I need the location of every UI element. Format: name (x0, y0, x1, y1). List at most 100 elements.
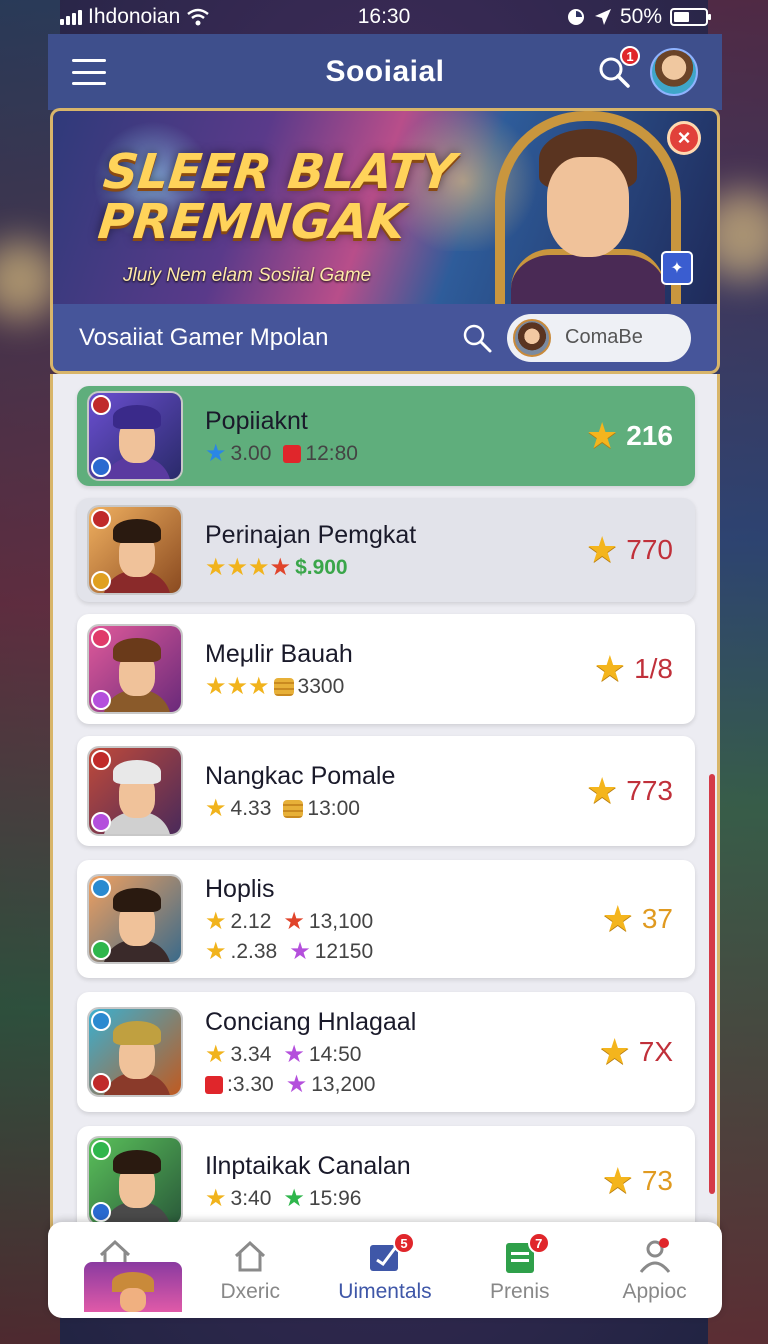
notification-badge: 5 (392, 1232, 415, 1254)
star-icon: ★ (205, 1040, 227, 1068)
game-title: Hoplis (205, 874, 275, 903)
star-icon: ★ (593, 648, 627, 689)
gem-badge-icon (91, 690, 111, 710)
gem-badge-icon (91, 812, 111, 832)
notification-badge: 7 (527, 1232, 550, 1254)
game-title: Meμlir Bauah (205, 639, 353, 668)
hamburger-menu-icon[interactable] (72, 59, 106, 85)
promo-banner[interactable]: SLEER BLATY PREMNGAK Jluiy Nem elam Sosi… (50, 108, 720, 304)
game-stat-value: 13,200 (311, 1072, 376, 1096)
gem-badge-icon (91, 395, 111, 415)
star-icon: ★ (598, 1031, 631, 1072)
search-button[interactable]: 1 (596, 46, 640, 90)
banner-hero-illustration (495, 111, 681, 304)
nav-item-dxeric[interactable]: Dxeric (183, 1222, 318, 1318)
star-icon: ★ (586, 415, 619, 456)
game-stat-value: .2.38 (230, 939, 278, 963)
game-list-item[interactable]: Meμlir Bauah ★★★ 3300 ★ 1/8 (77, 614, 695, 724)
game-info: Hoplis ★ 2.12 ★ 13,100 ★ .2.38 ★ 12150 (205, 860, 381, 978)
wifi-icon (187, 8, 210, 26)
gem-badge-icon (91, 878, 111, 898)
section-title: Vosaiiat Gamer Mpolan (79, 323, 329, 351)
gem-badge-icon (91, 1140, 111, 1160)
nav-item-home[interactable] (48, 1222, 183, 1318)
status-bar: Ihdonoian 16:30 50% (0, 0, 768, 34)
game-info: Popiiaknt ★ 3.00 12:80 (205, 386, 366, 486)
coin-stack-icon (273, 677, 294, 696)
game-stat-value: 2.12 (230, 909, 272, 933)
game-stat-value: 13:00 (307, 796, 360, 820)
notification-badge: 1 (620, 46, 640, 66)
coin-stack-icon (283, 799, 304, 818)
search-icon[interactable] (461, 322, 493, 354)
app-window: Sooiaial 1 SLEER BLATY PREMNGAK Jluiy Ne… (48, 34, 722, 1318)
game-list-item[interactable]: Perinajan Pemgkat ★★★★ $.900 ★ 770 (77, 498, 695, 602)
game-stats: ★★★★ $.900 (205, 553, 416, 581)
nav-item-uimentals[interactable]: 5 Uimentals (318, 1222, 453, 1318)
game-stat-value: 3.34 (230, 1042, 272, 1066)
game-list-item[interactable]: Hoplis ★ 2.12 ★ 13,100 ★ .2.38 ★ 12150 ★ 37 (77, 860, 695, 978)
game-score: ★ 73 (602, 1163, 673, 1199)
section-header: Vosaiiat Gamer Mpolan ComaBe (50, 304, 720, 374)
game-thumbnail (87, 1136, 183, 1226)
game-list-item[interactable]: Nangkac Pomale ★ 4.33 13:00 ★ 773 (77, 736, 695, 846)
game-score: ★ 7X (598, 1034, 673, 1070)
gem-badge-icon (91, 628, 111, 648)
game-thumbnail (87, 874, 183, 964)
gem-badge-icon (91, 1011, 111, 1031)
game-stats: ★★★ 3300 (205, 672, 353, 700)
nav-item-prenis[interactable]: 7 Prenis (452, 1222, 587, 1318)
nav-item-appioc[interactable]: Appioc (587, 1222, 722, 1318)
game-info: Nangkac Pomale ★ 4.33 13:00 (205, 736, 395, 846)
top-bar: Sooiaial 1 (48, 34, 722, 110)
green-star-icon: ★ (283, 1184, 305, 1212)
game-list-container[interactable]: Popiiaknt ★ 3.00 12:80 ★ 216 Perinajan Pemgka… (50, 374, 720, 1238)
clipboard-icon: 7 (500, 1232, 550, 1276)
close-icon[interactable]: × (667, 121, 701, 155)
nav-label: Prenis (490, 1280, 550, 1303)
gem-badge-icon (91, 457, 111, 477)
timer-icon (567, 9, 584, 25)
game-stat-value: $.900 (295, 555, 348, 579)
banner-title-line1: SLEER BLATY (100, 144, 459, 200)
game-thumbnail (87, 391, 183, 481)
banner-title: SLEER BLATY PREMNGAK (95, 144, 459, 250)
game-score-value: 770 (626, 534, 673, 565)
game-stats: ★ 4.33 13:00 (205, 796, 395, 821)
game-stat-value: 13,100 (308, 909, 374, 933)
gem-badge-icon (91, 1202, 111, 1222)
game-title: Popiiaknt (205, 406, 308, 435)
game-stats: ★ 2.12 ★ 13,100 (205, 907, 381, 935)
game-stat-value: 3:40 (230, 1186, 272, 1210)
star-icon: ★ (586, 770, 619, 811)
house-outline-icon (230, 1236, 270, 1276)
game-score: ★ 216 (586, 418, 673, 454)
game-stat-value: 3300 (297, 674, 345, 698)
location-arrow-icon (594, 9, 611, 25)
profile-pill-label: ComaBe (565, 326, 643, 348)
gem-badge-icon (91, 509, 111, 529)
game-score: ★ 37 (602, 901, 673, 937)
gift-icon[interactable]: ✦ (661, 251, 693, 285)
purple-star-icon: ★ (289, 937, 311, 965)
profile-icon (635, 1236, 675, 1276)
star-rating-icon: ★★★★ (205, 553, 292, 581)
gem-badge-icon (91, 571, 111, 591)
battery-icon (670, 8, 711, 26)
game-stat-value: 3.00 (230, 441, 272, 465)
blue-star-icon: ★ (205, 439, 227, 467)
game-score: ★ 773 (586, 773, 673, 809)
star-rating-icon: ★★★ (205, 672, 270, 700)
game-stats: ★ 3.00 12:80 (205, 439, 366, 467)
game-list-item[interactable]: Ilnptaikak Canalan ★ 3:40 ★ 15:96 ★ 73 (77, 1126, 695, 1236)
red-star-icon: ★ (283, 907, 305, 935)
gem-badge-icon (91, 750, 111, 770)
scrollbar[interactable] (709, 774, 715, 1194)
game-stat-value: 15:96 (308, 1186, 362, 1210)
game-list-item[interactable]: Popiiaknt ★ 3.00 12:80 ★ 216 (77, 386, 695, 486)
star-icon: ★ (205, 907, 227, 935)
game-list-item[interactable]: Conciang Hnlagaal ★ 3.34 ★ 14:50:3.30 ★ 13,200… (77, 992, 695, 1112)
profile-pill-button[interactable]: ComaBe (507, 313, 691, 362)
game-stats: ★ .2.38 ★ 12150 (205, 937, 381, 965)
user-avatar[interactable] (650, 48, 698, 96)
